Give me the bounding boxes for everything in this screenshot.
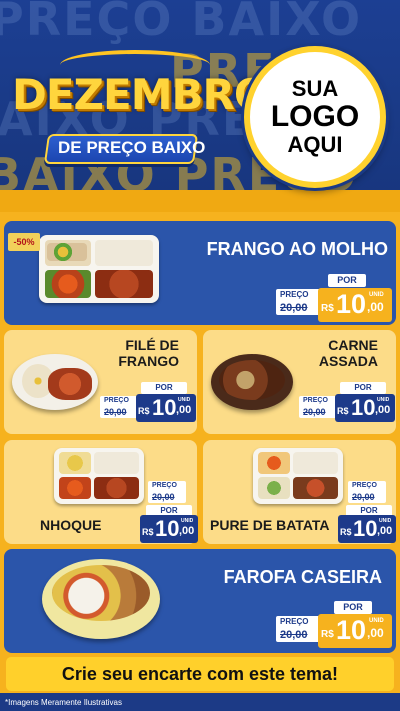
price-por-label: POR — [141, 382, 187, 394]
logo-placeholder[interactable]: SUA LOGO AQUI — [244, 46, 386, 188]
price-preco-label: PREÇO — [104, 397, 129, 404]
price-currency: R$ — [337, 406, 349, 416]
old-price-box: PREÇO 20,00 — [299, 396, 337, 418]
new-price-int: 10 — [351, 395, 376, 420]
new-price-cents: ,00 — [179, 525, 195, 537]
campaign-subtitle: DE PREÇO BAIXO — [58, 138, 206, 157]
price-currency: R$ — [321, 629, 334, 640]
price-unid-label: UNID — [377, 397, 390, 403]
food-image-tray — [253, 448, 343, 504]
new-price-box: R$ 10 UNID ,00 — [318, 614, 392, 648]
cta-banner[interactable]: Crie seu encarte com este tema! — [6, 657, 394, 691]
new-price-int: 10 — [336, 289, 367, 319]
product-name: FILÉ DE FRANGO — [118, 337, 179, 369]
price-preco-label: PREÇO — [152, 482, 177, 489]
discount-badge: -50% — [8, 233, 40, 251]
new-price-int: 10 — [336, 615, 367, 645]
food-image-tray — [54, 448, 144, 504]
new-price-cents: ,00 — [367, 300, 384, 314]
price-unid-label: UNID — [369, 618, 384, 624]
price-unid-label: UNID — [181, 518, 194, 524]
new-price-box: R$ 10 UNID ,00 — [335, 394, 395, 422]
new-price-box: R$ 10 UNID ,00 — [338, 515, 396, 543]
new-price-cents: ,00 — [367, 626, 384, 640]
price-por-label: POR — [334, 601, 372, 614]
old-price: 20,00 — [352, 492, 375, 502]
new-price-box: R$ 10 UNID ,00 — [136, 394, 196, 422]
old-price: 20,00 — [104, 407, 127, 417]
header-divider — [0, 190, 400, 212]
old-price-box: PREÇO 20,00 — [276, 289, 320, 315]
old-price: 20,00 — [280, 629, 308, 641]
food-image-tray — [39, 235, 159, 303]
price-currency: R$ — [321, 303, 334, 314]
new-price-int: 10 — [353, 516, 378, 541]
price-por-label: POR — [340, 382, 386, 394]
old-price: 20,00 — [303, 407, 326, 417]
header: PREÇO BAIXO PREÇO BAIXO PREÇO BAIXO PREÇ… — [0, 0, 400, 212]
product-name: CARNE ASSADA — [318, 337, 378, 369]
product-name: FRANGO AO MOLHO — [206, 239, 388, 259]
product-name: PURE DE BATATA — [210, 517, 330, 533]
price-currency: R$ — [340, 527, 352, 537]
price-currency: R$ — [142, 527, 154, 537]
price-por-label: POR — [328, 274, 366, 287]
old-price-box: PREÇO 20,00 — [100, 396, 138, 418]
price-preco-label: PREÇO — [280, 617, 309, 626]
price-unid-label: UNID — [369, 292, 384, 298]
new-price-box: R$ 10 UNID ,00 — [140, 515, 198, 543]
product-name: FAROFA CASEIRA — [223, 567, 382, 587]
product-name: NHOQUE — [40, 517, 102, 533]
old-price-box: PREÇO 20,00 — [148, 481, 186, 503]
price-preco-label: PREÇO — [303, 397, 328, 404]
new-price-int: 10 — [155, 516, 180, 541]
price-unid-label: UNID — [379, 518, 392, 524]
price-currency: R$ — [138, 406, 150, 416]
old-price: 20,00 — [280, 302, 308, 314]
campaign-title: DEZEMBRO — [12, 70, 270, 119]
food-image-bowl — [12, 354, 98, 410]
price-unid-label: UNID — [178, 397, 191, 403]
old-price-box: PREÇO 20,00 — [276, 616, 320, 642]
bg-word: PREÇO BAIXO — [0, 0, 363, 46]
old-price: 20,00 — [152, 492, 175, 502]
footnote: *Imagens Meramente Ilustrativas — [5, 698, 122, 707]
logo-text-line2: LOGO — [270, 100, 360, 133]
old-price-box: PREÇO 20,00 — [348, 481, 386, 503]
new-price-cents: ,00 — [176, 404, 192, 416]
new-price-box: R$ 10 UNID ,00 — [318, 288, 392, 322]
price-preco-label: PREÇO — [352, 482, 377, 489]
new-price-int: 10 — [152, 395, 177, 420]
new-price-cents: ,00 — [377, 525, 393, 537]
price-preco-label: PREÇO — [280, 290, 309, 299]
logo-text-line3: AQUI — [287, 132, 343, 157]
logo-text-line1: SUA — [291, 76, 339, 101]
new-price-cents: ,00 — [375, 404, 391, 416]
food-image-bowl — [211, 354, 293, 410]
food-image-bowl — [42, 559, 160, 639]
